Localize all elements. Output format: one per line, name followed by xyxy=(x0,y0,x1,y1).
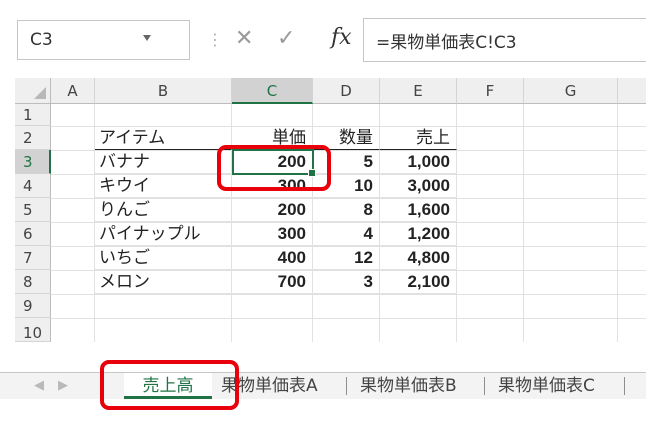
formula-bar: C3 ⋮ ✕ ✓ fx =果物単価表C!C3 xyxy=(15,18,646,62)
cell-sales[interactable]: 3,000 xyxy=(380,174,457,198)
row-header-5[interactable]: 5 xyxy=(15,198,51,222)
column-header-e[interactable]: E xyxy=(380,78,457,104)
row-header-3[interactable]: 3 xyxy=(15,150,51,174)
tab-scroll-right-icon[interactable]: ▶ xyxy=(58,378,68,393)
cell-item[interactable]: いちご xyxy=(95,246,232,270)
cell-item[interactable]: メロン xyxy=(95,270,232,294)
cell-qty[interactable]: 8 xyxy=(313,198,380,222)
column-header-c[interactable]: C xyxy=(232,78,313,104)
tab-fruit-price-c[interactable]: 果物単価表C xyxy=(490,373,603,399)
name-box-value: C3 xyxy=(30,30,53,50)
row-header-10[interactable]: 10 xyxy=(15,318,51,342)
row-header-4[interactable]: 4 xyxy=(15,174,51,198)
select-all-corner[interactable] xyxy=(15,78,51,104)
name-box[interactable]: C3 xyxy=(17,20,190,60)
column-header-overflow xyxy=(618,78,646,104)
header-sales[interactable]: 売上 xyxy=(380,126,457,150)
col-line xyxy=(617,104,618,342)
header-item[interactable]: アイテム xyxy=(95,126,232,150)
row-header-7[interactable]: 7 xyxy=(15,246,51,270)
cell-sales[interactable]: 1,000 xyxy=(380,150,457,174)
cell-price[interactable]: 300 xyxy=(232,222,313,246)
select-all-triangle-icon xyxy=(34,87,46,99)
row-header-8[interactable]: 8 xyxy=(15,270,51,294)
enter-icon[interactable]: ✓ xyxy=(277,26,295,51)
column-header-f[interactable]: F xyxy=(457,78,524,104)
tab-scroll-left-icon[interactable]: ◀ xyxy=(34,378,44,393)
row-header-1[interactable]: 1 xyxy=(15,104,51,126)
sheet-tab-bar: ◀ ▶ 売上高 果物単価表A 果物単価表B 果物単価表C xyxy=(0,372,646,399)
cell-price[interactable]: 200 xyxy=(232,198,313,222)
formula-input[interactable]: =果物単価表C!C3 xyxy=(363,18,646,62)
cell-price[interactable]: 700 xyxy=(232,270,313,294)
row-header-2[interactable]: 2 xyxy=(15,126,51,150)
cell-qty[interactable]: 12 xyxy=(313,246,380,270)
cell-qty[interactable]: 4 xyxy=(313,222,380,246)
active-tab-highlight xyxy=(100,360,239,410)
cell-item[interactable]: バナナ xyxy=(95,150,232,174)
tab-separator xyxy=(624,377,625,395)
cell-sales[interactable]: 1,600 xyxy=(380,198,457,222)
active-cell-highlight xyxy=(217,145,331,191)
cell-qty[interactable]: 3 xyxy=(313,270,380,294)
cell-price[interactable]: 400 xyxy=(232,246,313,270)
cancel-icon[interactable]: ✕ xyxy=(235,26,253,51)
cell-sales[interactable]: 1,200 xyxy=(380,222,457,246)
column-header-d[interactable]: D xyxy=(313,78,380,104)
insert-function-icon[interactable]: fx xyxy=(331,25,352,50)
row-header-9[interactable]: 9 xyxy=(15,294,51,318)
cell-item[interactable]: キウイ xyxy=(95,174,232,198)
column-header-b[interactable]: B xyxy=(95,78,232,104)
chevron-down-icon[interactable] xyxy=(143,35,151,41)
column-header-g[interactable]: G xyxy=(524,78,618,104)
formula-bar-grip-icon: ⋮ xyxy=(207,30,223,49)
tab-fruit-price-b[interactable]: 果物単価表B xyxy=(352,373,465,399)
cell-sales[interactable]: 4,800 xyxy=(380,246,457,270)
cell-item[interactable]: パイナップル xyxy=(95,222,232,246)
tab-separator xyxy=(484,377,485,395)
tab-separator xyxy=(346,377,347,395)
formula-text: =果物単価表C!C3 xyxy=(376,33,517,53)
col-line xyxy=(523,104,524,342)
row-header-6[interactable]: 6 xyxy=(15,222,51,246)
cell-item[interactable]: りんご xyxy=(95,198,232,222)
column-header-a[interactable]: A xyxy=(51,78,95,104)
cell-sales[interactable]: 2,100 xyxy=(380,270,457,294)
